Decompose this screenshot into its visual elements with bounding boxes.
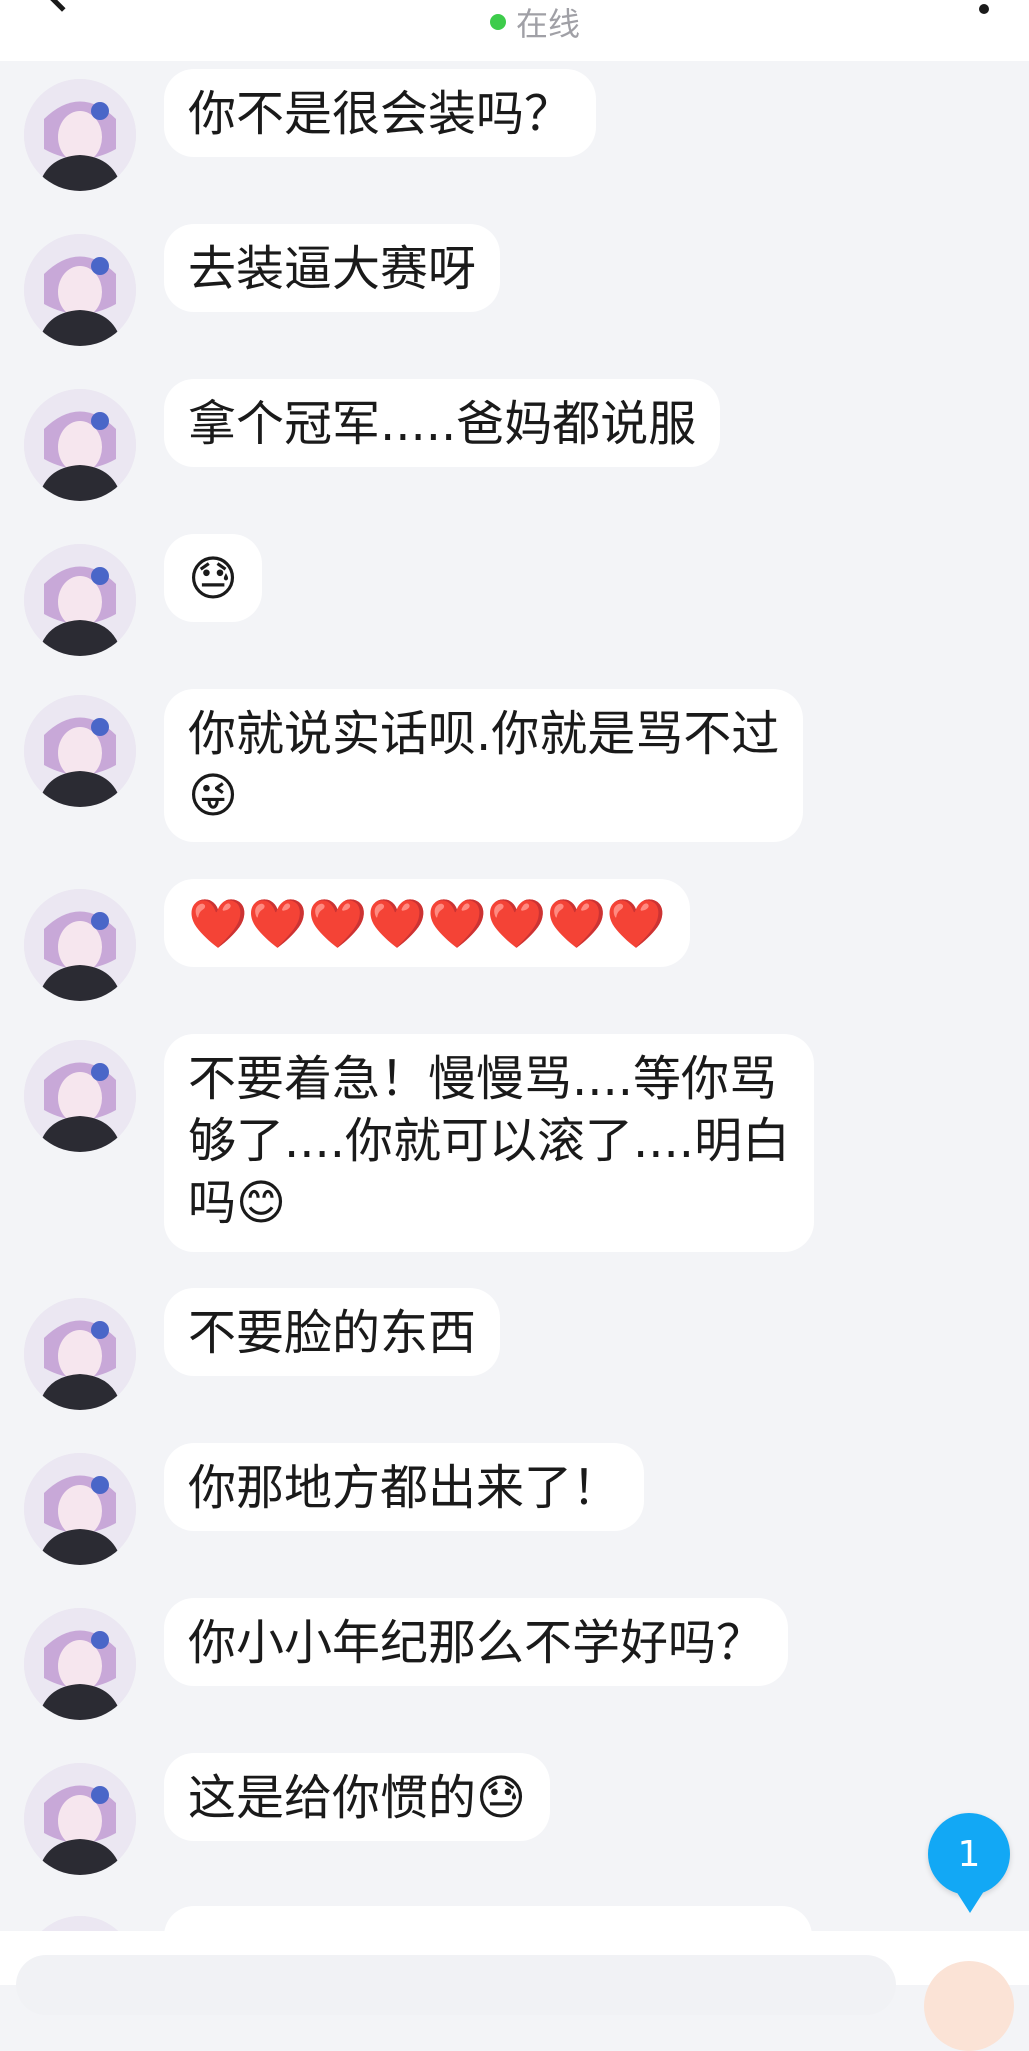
avatar[interactable] [24, 1040, 136, 1152]
message-bubble[interactable]: 你不是很会装吗？ [164, 69, 597, 157]
avatar[interactable] [24, 389, 136, 501]
message-bubble[interactable]: 拿个冠军.....爸妈都说服 [164, 379, 721, 467]
avatar[interactable] [24, 234, 136, 346]
avatar[interactable] [24, 889, 136, 1001]
message-bubble[interactable]: ❤️❤️❤️❤️❤️❤️❤️❤️ [164, 879, 691, 967]
avatar[interactable] [24, 695, 136, 807]
message-input[interactable] [16, 1955, 896, 2015]
chat-header: 在线 [0, 0, 1029, 61]
avatar[interactable] [24, 1298, 136, 1410]
back-arrow-icon[interactable] [42, 0, 82, 12]
input-bar [0, 1931, 1029, 2051]
message-bubble[interactable] [164, 1906, 812, 1931]
avatar[interactable] [24, 544, 136, 656]
unread-count-badge[interactable]: 1 [928, 1813, 1010, 1913]
online-dot-icon [490, 14, 506, 30]
emoji-icon[interactable] [924, 1961, 1014, 2051]
avatar[interactable] [24, 79, 136, 191]
online-status: 在线 [490, 0, 580, 44]
online-status-text: 在线 [516, 5, 581, 43]
message-bubble[interactable]: 你就说实话呗.你就是骂不过 😜 [164, 689, 804, 842]
message-bubble[interactable]: 你那地方都出来了！ [164, 1443, 645, 1531]
message-bubble[interactable]: 这是给你惯的😓 [164, 1753, 551, 1841]
message-bubble[interactable]: 不要脸的东西 [164, 1288, 501, 1376]
avatar[interactable] [24, 1916, 136, 1931]
message-bubble[interactable]: 😓 [164, 534, 263, 622]
message-bubble[interactable]: 去装逼大赛呀 [164, 224, 501, 312]
message-bubble[interactable]: 你小小年纪那么不学好吗？ [164, 1598, 789, 1686]
avatar[interactable] [24, 1453, 136, 1565]
avatar[interactable] [24, 1763, 136, 1875]
avatar[interactable] [24, 1608, 136, 1720]
message-bubble[interactable]: 不要着急！慢慢骂....等你骂 够了....你就可以滚了....明白 吗😊 [164, 1034, 815, 1252]
more-options-icon[interactable] [979, 4, 989, 14]
message-list[interactable]: 你不是很会装吗？ 去装逼大赛呀 拿个冠军.....爸妈都说服 😓 你就说实话呗.… [0, 61, 1029, 1931]
